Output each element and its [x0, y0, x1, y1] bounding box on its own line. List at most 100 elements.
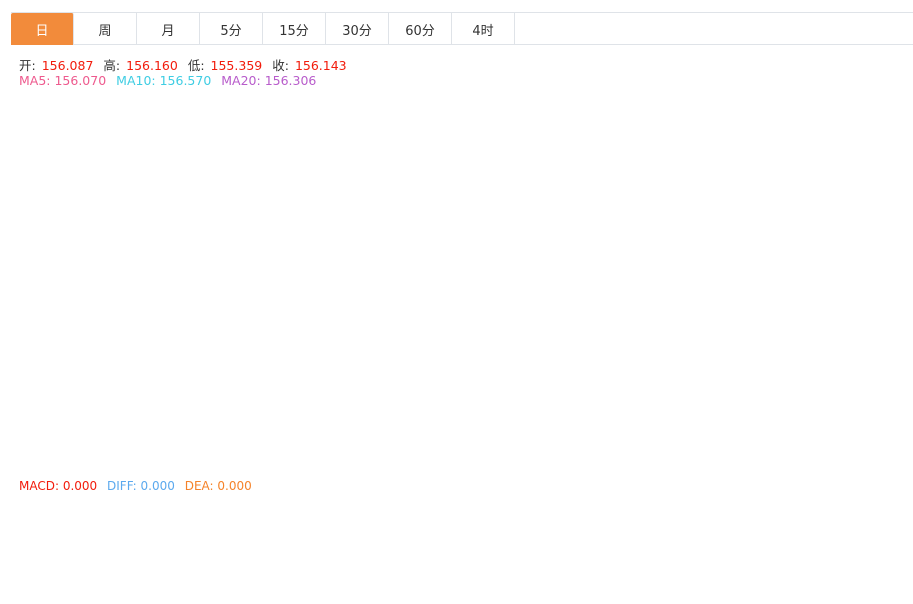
macd-bar — [789, 530, 799, 531]
macd-bar — [225, 530, 235, 559]
macd-bar — [501, 530, 511, 552]
dea-line — [13, 521, 795, 586]
candle-body — [21, 450, 31, 452]
kline-chart[interactable]: 160.874 159.817 158.759 157.702 156.644 155.5… — [0, 0, 913, 604]
candle-body — [381, 246, 391, 254]
macd-bar — [69, 521, 79, 530]
price-tick-label: 147.127 — [844, 457, 894, 471]
candle — [165, 337, 175, 351]
macd-bar — [741, 525, 751, 530]
macd-bar — [117, 524, 127, 530]
high-label: 高: — [103, 58, 121, 73]
candle — [393, 244, 403, 252]
close-label: 收: — [272, 58, 289, 73]
macd-bar — [333, 530, 343, 539]
candle — [633, 202, 643, 228]
candle — [105, 330, 115, 355]
candle — [9, 434, 19, 471]
candle — [513, 248, 523, 275]
tab-period-1[interactable]: 周 — [74, 13, 137, 45]
tab-period-7[interactable]: 4时 — [452, 13, 515, 45]
macd-bar — [477, 530, 487, 561]
macd-bar — [177, 530, 187, 543]
candle — [321, 257, 331, 299]
candle-body — [465, 162, 475, 254]
candle — [357, 249, 367, 271]
candle-body — [549, 217, 559, 230]
macd-bar — [609, 530, 619, 544]
tab-period-6[interactable]: 60分 — [389, 13, 452, 45]
ma10-line — [13, 186, 795, 451]
macd-bar — [129, 527, 139, 530]
tab-period-0[interactable]: 日 — [11, 13, 74, 45]
candle-body — [597, 200, 607, 245]
candle — [489, 276, 499, 331]
candle — [693, 183, 703, 193]
candle — [69, 354, 79, 409]
macd-bar — [537, 530, 547, 540]
macd-bar — [273, 530, 283, 560]
tab-period-2[interactable]: 月 — [137, 13, 200, 45]
candle — [297, 288, 307, 304]
tab-period-3[interactable]: 5分 — [200, 13, 263, 45]
macd-bar — [105, 522, 115, 530]
macd-bar — [405, 515, 415, 530]
macd-bar — [585, 530, 595, 543]
price-tick-label: 148.185 — [844, 427, 894, 441]
macd-bar — [201, 530, 211, 549]
macd-bar — [21, 530, 31, 556]
candle — [657, 187, 667, 211]
macd-bar — [717, 516, 727, 530]
price-tick-label: 158.759 — [844, 127, 894, 141]
candle-body — [333, 249, 343, 264]
price-tick-label: 153.472 — [844, 277, 894, 291]
ma5-line — [13, 179, 795, 451]
candle-body — [45, 409, 55, 433]
diff-line — [13, 518, 795, 597]
macd-bar — [561, 530, 571, 540]
tab-period-5[interactable]: 30分 — [326, 13, 389, 45]
candle — [573, 204, 583, 228]
candle — [549, 215, 559, 233]
candle — [225, 327, 235, 342]
macd-bar — [297, 530, 307, 549]
candle-body — [669, 187, 679, 193]
candle — [465, 156, 475, 298]
close-value: 156.143 — [294, 58, 347, 73]
candle — [21, 438, 31, 460]
candle — [501, 269, 511, 306]
candle-body — [369, 250, 379, 252]
macd-bar — [777, 530, 787, 531]
candle-body — [33, 431, 43, 452]
price-tick-label: 152.414 — [844, 307, 894, 321]
candle-body — [777, 210, 787, 247]
candle-body — [285, 292, 295, 334]
candle — [453, 160, 463, 211]
macd-bar — [57, 530, 67, 534]
candle-body — [237, 335, 247, 346]
macd-bar — [657, 523, 667, 530]
ma20-value: MA20: 156.306 — [221, 73, 317, 88]
macd-bar — [93, 519, 103, 530]
candle-body — [765, 211, 775, 247]
ma-legend: MA5: 156.070 MA10: 156.570 MA20: 156.306 — [19, 73, 322, 88]
candle — [441, 93, 451, 254]
candle — [81, 331, 91, 363]
candle-body — [225, 335, 235, 340]
candle — [57, 402, 67, 414]
price-tick-label: 159.817 — [844, 97, 894, 111]
candle-body — [309, 288, 319, 292]
low-value: 155.359 — [210, 58, 263, 73]
candle — [741, 173, 751, 197]
candle-body — [213, 335, 223, 340]
candle — [285, 288, 295, 334]
price-tick-label: 155.587 — [844, 217, 894, 231]
macd-bar — [309, 530, 319, 546]
macd-tick-label: -0.077 — [844, 527, 883, 541]
candle-body — [681, 185, 691, 188]
candle — [525, 221, 535, 254]
tab-period-4[interactable]: 15分 — [263, 13, 326, 45]
candle — [93, 333, 103, 376]
macd-bar — [693, 518, 703, 530]
candle — [333, 247, 343, 273]
